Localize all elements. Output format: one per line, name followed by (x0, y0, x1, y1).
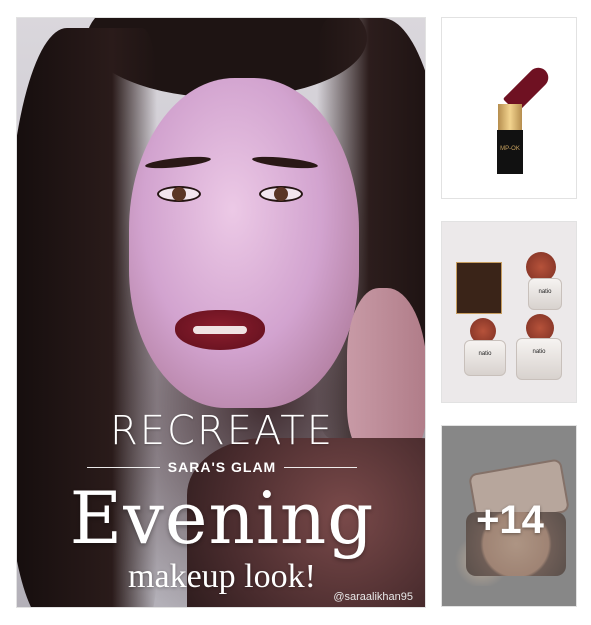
product-thumbnail-lipstick[interactable]: MP-OK (441, 17, 577, 199)
face-shape (129, 78, 359, 408)
lipstick-case (497, 130, 523, 174)
title-evening: Evening (69, 476, 375, 560)
title-subline: SARA'S GLAM (87, 456, 358, 478)
divider-left (87, 466, 160, 468)
powder-jar: natio (516, 338, 562, 380)
teeth-shape (193, 326, 247, 334)
product-thumbnail-compact[interactable]: +14 (441, 425, 577, 607)
product-box (456, 262, 502, 314)
collection-hero-image[interactable]: RECREATE SARA'S GLAM Evening makeup look… (16, 17, 426, 608)
lipstick-brand: MP-OK (500, 146, 520, 152)
powder-jar: natio (528, 278, 562, 310)
product-thumbnail-natio[interactable]: natio natio natio (441, 221, 577, 403)
lipstick-collar (498, 104, 522, 132)
eye-shape (259, 186, 303, 202)
title-saras-glam: SARA'S GLAM (167, 459, 277, 475)
instagram-handle: @saraalikhan95 (333, 591, 413, 603)
plus-more-icon[interactable]: +14 (442, 498, 576, 543)
powder-jar: natio (464, 340, 506, 376)
divider-right (284, 466, 358, 468)
eye-shape (157, 186, 201, 202)
title-recreate: RECREATE (109, 408, 335, 454)
